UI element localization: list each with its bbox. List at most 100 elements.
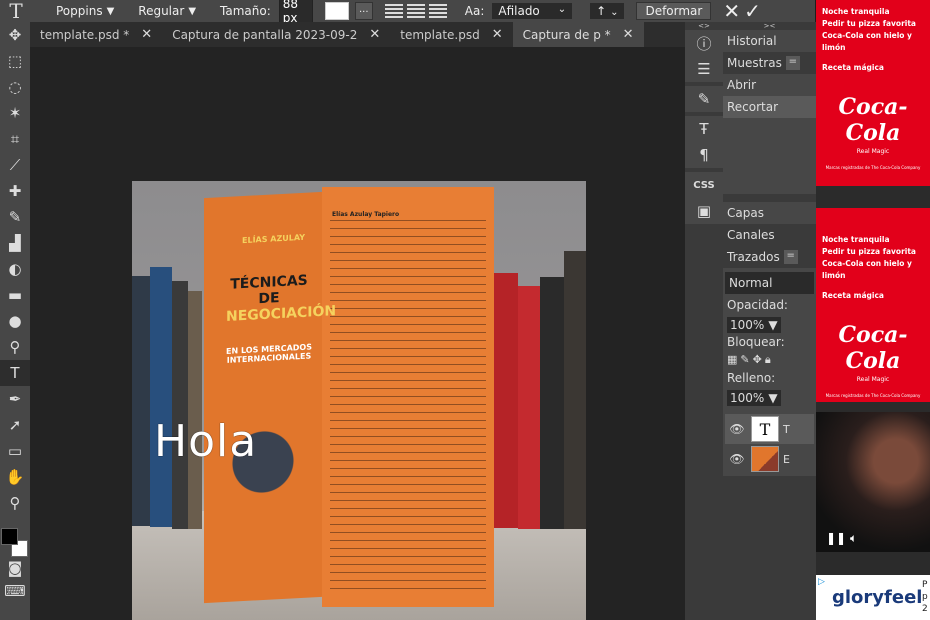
blend-mode-select[interactable]: Normal — [725, 272, 814, 294]
marquee-tool-icon[interactable]: ⬚ — [0, 48, 30, 74]
eye-icon[interactable]: 👁︎ — [727, 452, 747, 466]
ad-recipe: Receta mágica — [822, 291, 884, 300]
collapse-toggle[interactable]: <> — [685, 22, 723, 30]
character-icon[interactable]: Ŧ — [685, 116, 723, 142]
panel-menu-icon[interactable]: = — [783, 250, 798, 264]
dodge-tool-icon[interactable]: ⚲ — [0, 334, 30, 360]
cover-title: TÉCNICAS DE NEGOCIACIÓN — [226, 272, 336, 325]
caret-down-icon: ▼ — [768, 318, 778, 332]
canvas-area[interactable]: Elías Azulay Tapiero ELÍAS AZULAY TÉCNIC… — [30, 47, 685, 620]
foreground-color-swatch[interactable] — [1, 528, 18, 545]
path-select-tool-icon[interactable]: ➚ — [0, 412, 30, 438]
color-swatches[interactable] — [1, 528, 29, 558]
zoom-tool-icon[interactable]: ⚲ — [0, 490, 30, 516]
history-item[interactable]: Abrir — [723, 74, 816, 96]
eraser-tool-icon[interactable]: ◐ — [0, 256, 30, 282]
lock-all-icon[interactable]: 🔒︎ — [765, 353, 774, 366]
ad-line: Coca-Cola con hielo y limón — [822, 259, 912, 280]
antialias-select[interactable]: Afilado ⌄ — [492, 3, 573, 19]
tab-layers[interactable]: Capas — [723, 202, 816, 224]
deform-button[interactable]: Deformar — [636, 2, 712, 20]
history-item[interactable]: Recortar — [723, 96, 816, 118]
ad-video[interactable]: ❚❚ 🔈︎ — [816, 412, 930, 552]
ad-banner-1[interactable]: Noche tranquila Pedir tu pizza favorita … — [816, 0, 930, 186]
text-layer-content[interactable]: Hola — [154, 416, 257, 467]
brush-tool-icon[interactable]: ✎ — [0, 204, 30, 230]
fill-input[interactable]: 100% ▼ — [727, 390, 781, 406]
move-tool-icon[interactable]: ✥ — [0, 22, 30, 48]
pause-icon[interactable]: ❚❚ — [826, 531, 846, 545]
panel-spacer — [723, 194, 816, 202]
tab-channels[interactable]: Canales — [723, 224, 816, 246]
shape-tool-icon[interactable]: ▭ — [0, 438, 30, 464]
lock-pixels-icon[interactable]: ▦ — [727, 353, 740, 366]
magic-wand-tool-icon[interactable]: ✶ — [0, 100, 30, 126]
text-tool-icon: T — [9, 0, 23, 23]
ad-banner-3[interactable]: ▷ gloryfeel P p 2 — [816, 575, 930, 620]
layer-name: E — [783, 452, 790, 466]
brush-settings-icon[interactable]: ✎ — [685, 86, 723, 112]
more-options-button[interactable]: ... — [354, 2, 373, 20]
info-icon[interactable]: ⓘ — [685, 30, 723, 56]
tab-document-1[interactable]: template.psd * ✕ — [30, 22, 162, 47]
collapse-toggle[interactable]: >< — [723, 22, 816, 30]
close-icon[interactable]: ✕ — [623, 27, 634, 42]
screen-mode-icon[interactable]: ⌨ — [0, 578, 30, 604]
tab-document-3[interactable]: template.psd ✕ — [390, 22, 512, 47]
mute-icon[interactable]: 🔈︎ — [850, 531, 857, 545]
blur-tool-icon[interactable]: ● — [0, 308, 30, 334]
eye-icon[interactable]: 👁︎ — [727, 422, 747, 436]
commit-check-icon[interactable]: ✓ — [744, 0, 761, 23]
panel-menu-icon[interactable]: = — [785, 56, 800, 70]
healing-tool-icon[interactable]: ✚ — [0, 178, 30, 204]
font-family-value: Poppins — [56, 4, 103, 18]
ad-banner-2[interactable]: Noche tranquila Pedir tu pizza favorita … — [816, 208, 930, 402]
layer-row-text[interactable]: 👁︎ T T — [725, 414, 814, 444]
antialias-value: Afilado — [498, 4, 540, 18]
ad-choices-icon[interactable]: ▷ — [818, 577, 825, 587]
align-right-icon[interactable] — [428, 4, 447, 18]
history-list: Abrir Recortar — [723, 74, 816, 194]
cover-subtitle: EN LOS MERCADOS INTERNACIONALES — [226, 342, 312, 365]
align-center-icon[interactable] — [406, 4, 425, 18]
tab-samples[interactable]: Muestras = — [723, 52, 816, 74]
background-book — [540, 277, 564, 529]
stamp-tool-icon[interactable]: ▟ — [0, 230, 30, 256]
close-icon[interactable]: ✕ — [492, 27, 503, 42]
tab-document-4[interactable]: Captura de p * ✕ — [512, 22, 644, 47]
crop-tool-icon[interactable]: ⌗ — [0, 126, 30, 152]
align-left-icon[interactable] — [384, 4, 403, 18]
layer-row-image[interactable]: 👁︎ E — [725, 444, 814, 474]
cancel-icon[interactable]: ✕ — [723, 0, 740, 23]
eyedropper-tool-icon[interactable]: ⟋ — [0, 152, 30, 178]
image-icon[interactable]: ▣ — [685, 198, 723, 224]
tab-paths[interactable]: Trazados = — [723, 246, 816, 268]
tab-history[interactable]: Historial — [723, 30, 816, 52]
properties-icon[interactable]: ☰ — [685, 56, 723, 82]
font-style-select[interactable]: Regular ▼ — [138, 4, 196, 18]
paragraph-icon[interactable]: ¶ — [685, 142, 723, 168]
tab-document-2[interactable]: Captura de pantalla 2023-09-2 ✕ — [162, 22, 390, 47]
document-image[interactable]: Elías Azulay Tapiero ELÍAS AZULAY TÉCNIC… — [132, 181, 586, 620]
text-direction-select[interactable]: ↑ ⌄ — [590, 3, 625, 19]
close-icon[interactable]: ✕ — [141, 27, 152, 42]
caret-down-icon: ▼ — [188, 5, 197, 17]
hand-tool-icon[interactable]: ✋ — [0, 464, 30, 490]
background-book — [172, 281, 188, 529]
layer-name: T — [783, 422, 790, 436]
opacity-input[interactable]: 100% ▼ — [727, 317, 781, 333]
type-tool-icon[interactable]: T — [0, 360, 30, 386]
video-controls: ❚❚ 🔈︎ — [826, 531, 857, 546]
background-book — [188, 291, 202, 529]
close-icon[interactable]: ✕ — [369, 27, 380, 42]
pen-tool-icon[interactable]: ✒ — [0, 386, 30, 412]
fill-value: 100% — [730, 391, 765, 405]
font-family-select[interactable]: Poppins ▼ — [56, 4, 114, 18]
lasso-tool-icon[interactable]: ◌ — [0, 74, 30, 100]
gradient-tool-icon[interactable]: ▬ — [0, 282, 30, 308]
tab-history-label: Historial — [727, 34, 777, 48]
css-icon[interactable]: CSS — [685, 172, 723, 198]
lock-position-icon[interactable]: ✥ — [753, 353, 765, 366]
text-color-swatch[interactable] — [324, 2, 349, 20]
lock-brush-icon[interactable]: ✎ — [740, 353, 752, 366]
